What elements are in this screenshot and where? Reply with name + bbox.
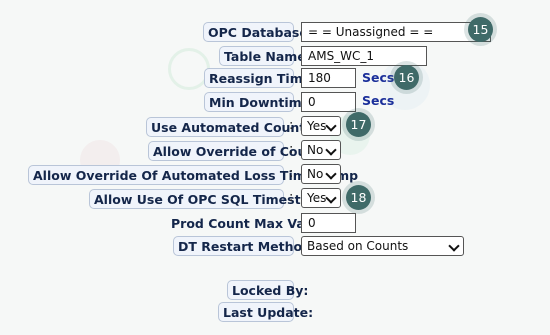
allow-override-count-label: Allow Override of Count [148,141,321,161]
callout-badge-17: 17 [346,112,371,137]
reassign-time-label: Reassign Time: [204,68,316,88]
min-downtime-input[interactable]: 0 [301,92,356,112]
table-name-input[interactable]: AMS_WC_1 [301,46,427,66]
reassign-time-input[interactable]: 180 [301,68,356,88]
allow-opc-sql-timestamp-label: Allow Use Of OPC SQL Timestamp [89,189,331,209]
colon: : [289,118,294,133]
opc-database-label: OPC Database: [203,22,313,42]
min-downtime-unit: Secs [362,93,395,108]
allow-override-count-select[interactable]: No [301,140,341,160]
selected-value: No [307,167,324,181]
allow-override-loss-timestamp-select[interactable]: No [301,164,341,184]
reassign-time-unit: Secs [362,70,395,85]
dt-restart-method-label: DT Restart Method: [173,236,316,256]
table-name-label: Table Name: [219,46,311,66]
colon: : [289,142,294,157]
opc-database-field[interactable]: = = Unassigned = = [301,22,491,42]
prod-count-max-label: Prod Count Max Value [171,216,327,231]
last-update-label: Last Update: [218,302,313,322]
chevron-down-icon [325,192,337,204]
colon: : [289,166,294,181]
use-automated-counter-label: Use Automated Counter [146,117,320,137]
selected-value: Yes [307,191,327,205]
selected-value: No [307,143,324,157]
chevron-down-icon [448,240,460,252]
selected-value: Based on Counts [307,239,409,253]
allow-opc-sql-timestamp-select[interactable]: Yes [301,188,341,208]
colon: : [289,190,294,205]
allow-override-loss-timestamp-label: Allow Override Of Automated Loss Timesta… [28,165,358,185]
chevron-down-icon [325,120,337,132]
use-automated-counter-select[interactable]: Yes [301,116,341,136]
dt-restart-method-select[interactable]: Based on Counts [301,236,464,256]
locked-by-label: Locked By: [227,280,308,300]
callout-badge-16: 16 [394,65,419,90]
callout-badge-18: 18 [346,185,371,210]
chevron-down-icon [325,144,337,156]
min-downtime-label: Min Downtime: [204,92,315,112]
chevron-down-icon [325,168,337,180]
selected-value: Yes [307,119,327,133]
callout-badge-15: 15 [468,17,493,42]
prod-count-max-input[interactable]: 0 [301,213,356,233]
